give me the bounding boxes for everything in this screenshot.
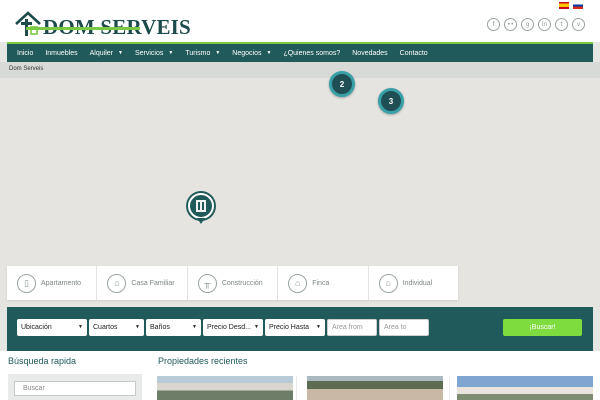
map-pin-tail (197, 218, 205, 224)
chevron-down-icon: ▼ (254, 324, 259, 330)
map-cluster-marker[interactable]: 3 (378, 88, 404, 114)
category-construccion[interactable]: ╥ Construcción (188, 266, 279, 300)
ubicacion-select[interactable]: Ubicación ▼ (17, 319, 87, 336)
area-to-input[interactable]: Area to (379, 319, 429, 336)
precio-desde-select[interactable]: Precio Desd... ▼ (203, 319, 263, 336)
category-bar: ▯ Apartamento ⌂ Casa Familiar ╥ Construc… (7, 266, 458, 300)
nav-item-turismo[interactable]: Turismo ▼ (179, 44, 226, 62)
building-icon (196, 200, 206, 212)
category-individual[interactable]: ⌂ Individual (369, 266, 458, 300)
category-casa-familiar[interactable]: ⌂ Casa Familiar (97, 266, 188, 300)
recent-properties-title: Propiedades recientes (158, 356, 248, 366)
site-logo[interactable]: DOM SERVEIS (14, 10, 191, 38)
nav-item-servicios[interactable]: Servicios ▼ (129, 44, 179, 62)
linkedin-icon[interactable]: in (538, 18, 551, 31)
breadcrumb-bar (0, 62, 600, 78)
chevron-down-icon: ▼ (168, 50, 174, 56)
chevron-down-icon: ▼ (316, 324, 321, 330)
social-links: f •• g in t v (487, 18, 585, 31)
vimeo-icon[interactable]: v (572, 18, 585, 31)
breadcrumb[interactable]: Dom Serveis (9, 66, 43, 72)
logo-underline (26, 27, 140, 30)
chevron-down-icon: ▼ (266, 50, 272, 56)
tumblr-icon[interactable]: t (555, 18, 568, 31)
home-icon: ⌂ (378, 273, 398, 293)
nav-item-quienes-somos[interactable]: ¿Quienes somos? (277, 44, 346, 62)
chevron-down-icon: ▼ (118, 50, 123, 56)
map-property-pin[interactable] (188, 193, 214, 219)
nav-item-negocios[interactable]: Negocios ▼ (226, 44, 277, 62)
banos-select[interactable]: Baños ▼ (146, 319, 201, 336)
divider (449, 376, 450, 400)
area-from-input[interactable]: Area from (327, 319, 377, 336)
chevron-down-icon: ▼ (135, 324, 140, 330)
category-apartamento[interactable]: ▯ Apartamento (7, 266, 98, 300)
property-thumbnail[interactable] (307, 376, 443, 400)
search-button[interactable]: ¡Buscar! (503, 319, 582, 336)
chevron-down-icon: ▼ (192, 324, 197, 330)
quick-search-title: Búsqueda rapida (8, 356, 77, 366)
property-thumbnail[interactable] (157, 376, 293, 400)
divider (296, 376, 297, 400)
category-finca[interactable]: ⌂ Finca (278, 266, 369, 300)
house-logo-icon (15, 11, 41, 36)
site-header: DOM SERVEIS f •• g in t v (0, 0, 600, 42)
map-cluster-marker[interactable]: 2 (329, 71, 355, 97)
quick-search-input[interactable]: Buscar (14, 381, 136, 396)
property-thumbnail[interactable] (457, 376, 593, 400)
flickr-icon[interactable]: •• (504, 18, 517, 31)
chevron-down-icon: ▼ (215, 50, 221, 56)
nav-item-alquiler[interactable]: Alquiler ▼ (84, 44, 129, 62)
nav-item-inmuebles[interactable]: Inmuebles (39, 44, 83, 62)
property-search-bar: Ubicación ▼ Cuartos ▼ Baños ▼ Precio Desd..… (7, 307, 593, 351)
main-nav: Inicio Inmuebles Alquiler ▼ Servicios ▼ Tu… (7, 42, 593, 62)
flag-ru-icon[interactable] (573, 2, 583, 9)
farm-icon: ⌂ (288, 273, 308, 293)
google-plus-icon[interactable]: g (521, 18, 534, 31)
chevron-down-icon: ▼ (78, 324, 83, 330)
apartment-icon: ▯ (17, 273, 36, 293)
flag-es-icon[interactable] (559, 2, 569, 9)
cuartos-select[interactable]: Cuartos ▼ (89, 319, 144, 336)
nav-item-novedades[interactable]: Novedades (346, 44, 393, 62)
house-icon: ⌂ (107, 273, 127, 293)
construction-icon: ╥ (197, 273, 217, 293)
language-switcher (559, 2, 583, 9)
facebook-icon[interactable]: f (487, 18, 500, 31)
nav-item-contacto[interactable]: Contacto (394, 44, 434, 62)
precio-hasta-select[interactable]: Precio Hasta ▼ (265, 319, 325, 336)
nav-item-inicio[interactable]: Inicio (11, 44, 39, 62)
